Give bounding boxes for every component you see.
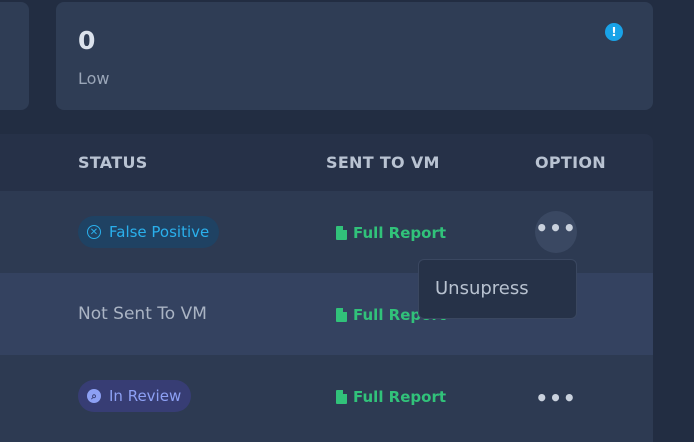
summary-card-partial bbox=[0, 2, 29, 110]
status-text: Not Sent To VM bbox=[78, 304, 207, 324]
row-options-menu: Unsupress bbox=[418, 259, 577, 319]
full-report-link[interactable]: Full Report bbox=[336, 388, 446, 406]
status-badge-false-positive: ✕ False Positive bbox=[78, 216, 220, 248]
table-row: ⌕ In Review Full Report ••• bbox=[0, 355, 653, 442]
full-report-link[interactable]: Full Report bbox=[336, 224, 446, 242]
low-count-value: 0 bbox=[78, 26, 96, 55]
search-icon: ⌕ bbox=[87, 389, 101, 403]
file-report-icon bbox=[336, 390, 347, 404]
low-count-label: Low bbox=[78, 69, 110, 88]
file-report-icon bbox=[336, 308, 347, 322]
table-header: STATUS SENT TO VM OPTION bbox=[0, 134, 653, 191]
status-badge-in-review: ⌕ In Review bbox=[78, 380, 192, 412]
file-report-icon bbox=[336, 226, 347, 240]
summary-card-low: 0 Low ! bbox=[56, 2, 653, 110]
status-label: In Review bbox=[109, 387, 182, 405]
menu-item-unsupress[interactable]: Unsupress bbox=[435, 278, 529, 299]
status-label: False Positive bbox=[109, 223, 210, 241]
info-icon[interactable]: ! bbox=[605, 23, 623, 41]
column-header-sent-to-vm: SENT TO VM bbox=[326, 153, 440, 172]
column-header-status: STATUS bbox=[78, 153, 148, 172]
x-circle-icon: ✕ bbox=[87, 225, 101, 239]
row-options-button[interactable]: ••• bbox=[535, 211, 577, 253]
row-options-button[interactable]: ••• bbox=[535, 381, 577, 423]
report-label: Full Report bbox=[353, 224, 447, 242]
report-label: Full Report bbox=[353, 388, 447, 406]
column-header-option: OPTION bbox=[535, 153, 606, 172]
